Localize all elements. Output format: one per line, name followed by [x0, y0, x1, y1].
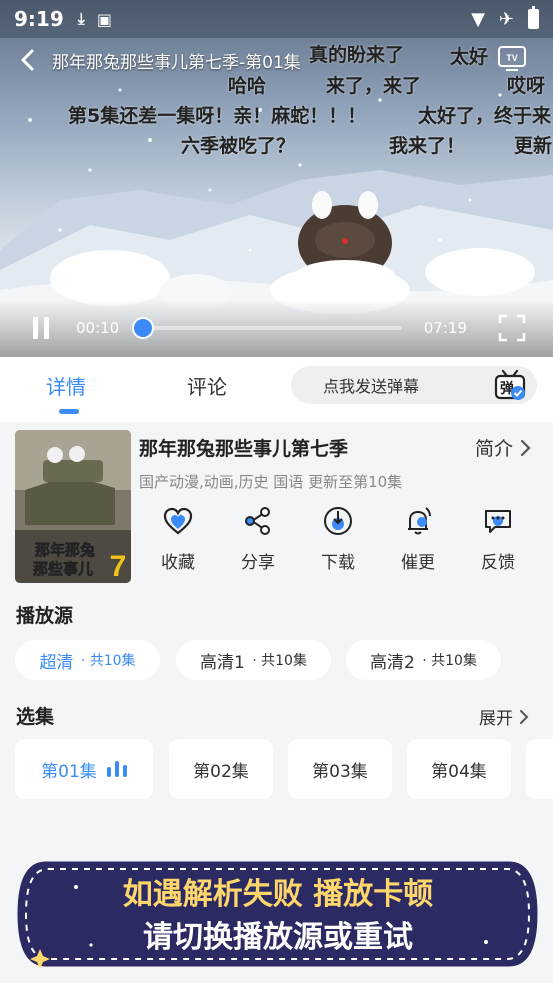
bell-icon	[408, 507, 431, 535]
video-player[interactable]: 9:19 ⤓ ▣ ▼ ✈ 那年那兔那些事儿第七季-第01集 TV 真的盼来了 太…	[0, 0, 553, 357]
player-controls: 00:10 07:19	[0, 299, 553, 357]
intro-button[interactable]: 简介	[475, 434, 531, 461]
share-button[interactable]: 分享	[218, 504, 298, 573]
episode-item[interactable]: 第04集	[407, 739, 511, 799]
episodes-heading: 选集	[16, 706, 55, 728]
sources-heading: 播放源	[16, 605, 74, 627]
fullscreen-icon[interactable]	[497, 313, 527, 343]
show-meta: 国产动漫,动画,历史 国语 更新至第10集	[139, 473, 403, 491]
tab-active-indicator	[59, 409, 79, 414]
seek-bar[interactable]	[134, 319, 402, 337]
notification-icon: ▣	[96, 9, 112, 29]
now-playing-icon	[106, 761, 127, 777]
svg-text:那些事儿: 那些事儿	[33, 560, 93, 578]
download-status-icon: ⤓	[77, 9, 85, 28]
chevron-right-icon	[520, 709, 529, 724]
share-icon	[245, 507, 270, 535]
feedback-icon	[485, 510, 511, 533]
svg-text:那年那兔: 那年那兔	[35, 541, 95, 559]
danmaku-toggle-icon[interactable]: 弹	[493, 368, 527, 402]
show-info: 那年那兔 那些事儿 7 那年那兔那些事儿第七季 简介 国产动漫,动画,历史 国语…	[0, 422, 553, 589]
danmaku-comment: 更新	[514, 135, 553, 157]
heart-icon	[163, 507, 193, 535]
airplane-icon: ✈	[498, 8, 514, 30]
episode-item[interactable]: 第02集	[169, 739, 273, 799]
danmaku-comment: 我来了！	[389, 135, 466, 157]
show-poster[interactable]: 那年那兔 那些事儿 7	[15, 430, 131, 583]
source-chip[interactable]: 超清 · 共10集	[15, 640, 160, 680]
total-time: 07:19	[423, 319, 467, 337]
tab-bar: 详情 评论 点我发送弹幕 弹	[0, 357, 553, 422]
action-row: 收藏 分享 下载 催更 反馈	[138, 504, 538, 574]
wifi-icon: ▼	[471, 8, 485, 30]
download-icon	[324, 507, 352, 535]
poster-image: 那年那兔 那些事儿 7	[15, 430, 131, 583]
urge-update-button[interactable]: 催更	[378, 504, 458, 573]
banner-line-1: 如遇解析失败 播放卡顿	[123, 877, 433, 912]
danmaku-input-placeholder: 点我发送弹幕	[323, 377, 420, 396]
current-time: 00:10	[76, 319, 120, 337]
sources-header: 播放源	[0, 589, 553, 637]
danmaku-comment: 第5集还差一集呀！亲！麻蛇！！！	[68, 105, 367, 127]
banner-line-2: 请切换播放源或重试	[143, 920, 413, 955]
chevron-right-icon	[520, 439, 531, 456]
status-time: 9:19	[14, 7, 64, 31]
video-title: 那年那兔那些事儿第七季-第01集	[52, 52, 301, 73]
show-title: 那年那兔那些事儿第七季	[139, 438, 349, 460]
tab-comments[interactable]: 评论	[187, 371, 227, 400]
svg-text:7: 7	[110, 550, 127, 583]
tip-banner[interactable]: 如遇解析失败 播放卡顿 请切换播放源或重试	[16, 857, 539, 971]
svg-text:TV: TV	[506, 53, 518, 63]
feedback-button[interactable]: 反馈	[458, 504, 538, 573]
status-bar: 9:19 ⤓ ▣ ▼ ✈	[0, 0, 553, 38]
episode-item[interactable]: 第01集	[15, 739, 153, 799]
seek-bar-handle[interactable]	[134, 319, 153, 337]
source-chip[interactable]: 高清2 · 共10集	[346, 640, 501, 680]
details-panel: 那年那兔 那些事儿 7 那年那兔那些事儿第七季 简介 国产动漫,动画,历史 国语…	[0, 422, 553, 801]
player-title-bar: 那年那兔那些事儿第七季-第01集 TV	[0, 40, 553, 80]
intro-label: 简介	[474, 438, 513, 460]
back-button[interactable]	[12, 44, 44, 76]
episode-list: 第01集 第02集 第03集 第04集	[0, 739, 553, 801]
cast-tv-icon[interactable]: TV	[497, 43, 527, 73]
episodes-header: 选集 展开	[0, 690, 553, 738]
episode-item[interactable]: 第03集	[288, 739, 392, 799]
episode-item[interactable]	[526, 739, 553, 799]
source-list: 超清 · 共10集 高清1 · 共10集 高清2 · 共10集	[0, 637, 553, 685]
tab-details[interactable]: 详情	[46, 371, 86, 400]
download-button[interactable]: 下载	[298, 504, 378, 573]
battery-icon	[528, 6, 539, 29]
pause-button[interactable]	[24, 311, 58, 345]
danmaku-comment: 六季被吃了？	[181, 135, 296, 157]
danmaku-input[interactable]: 点我发送弹幕 弹	[291, 366, 537, 404]
expand-button[interactable]: 展开	[479, 704, 529, 729]
danmaku-comment: 太好了，终于来	[418, 105, 552, 127]
source-chip[interactable]: 高清1 · 共10集	[176, 640, 331, 680]
chevron-left-icon	[21, 49, 34, 71]
favorite-button[interactable]: 收藏	[138, 504, 218, 573]
